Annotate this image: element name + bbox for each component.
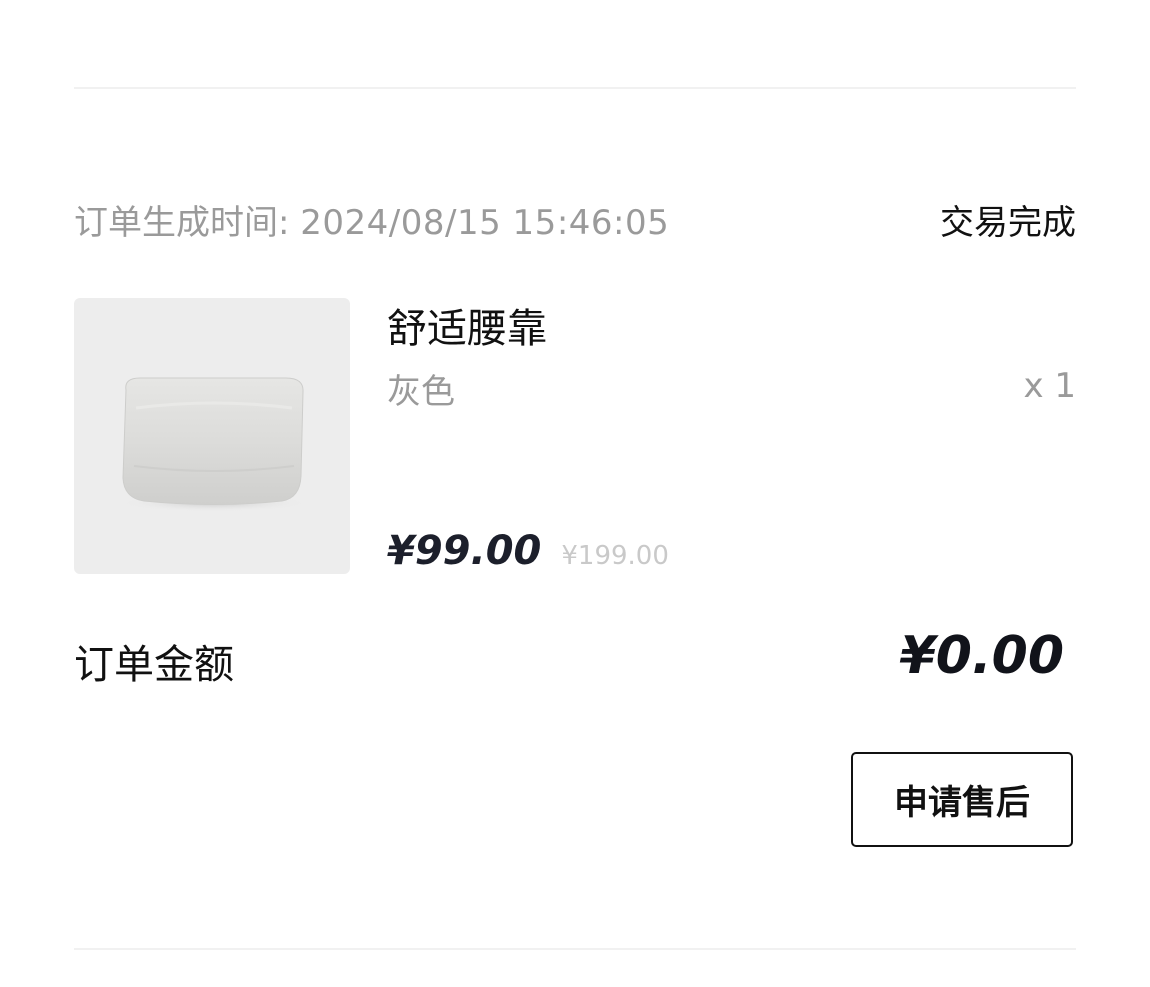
order-amount-value: ¥0.00: [899, 626, 1064, 686]
order-time-value: 2024/08/15 15:46:05: [300, 203, 670, 243]
product-price: ¥99.00: [387, 528, 542, 574]
order-status: 交易完成: [940, 203, 1076, 243]
top-divider: [74, 87, 1076, 89]
order-card: 订单生成时间: 2024/08/15 15:46:05 交易完成 舒适腰靠 灰色…: [0, 0, 1150, 987]
bottom-divider: [74, 948, 1076, 950]
product-original-price: ¥199.00: [561, 541, 669, 571]
product-quantity: x 1: [1023, 366, 1076, 406]
product-spec: 灰色: [387, 372, 455, 412]
lumbar-pillow-image: [118, 377, 310, 512]
product-name[interactable]: 舒适腰靠: [387, 296, 547, 354]
order-time: 订单生成时间: 2024/08/15 15:46:05: [74, 195, 669, 244]
order-amount-label: 订单金额: [74, 642, 234, 688]
after-sale-button[interactable]: 申请售后: [851, 752, 1073, 847]
order-time-label: 订单生成时间:: [74, 203, 290, 243]
product-image[interactable]: [74, 298, 350, 574]
price-row: ¥99.00 ¥199.00: [387, 528, 669, 574]
